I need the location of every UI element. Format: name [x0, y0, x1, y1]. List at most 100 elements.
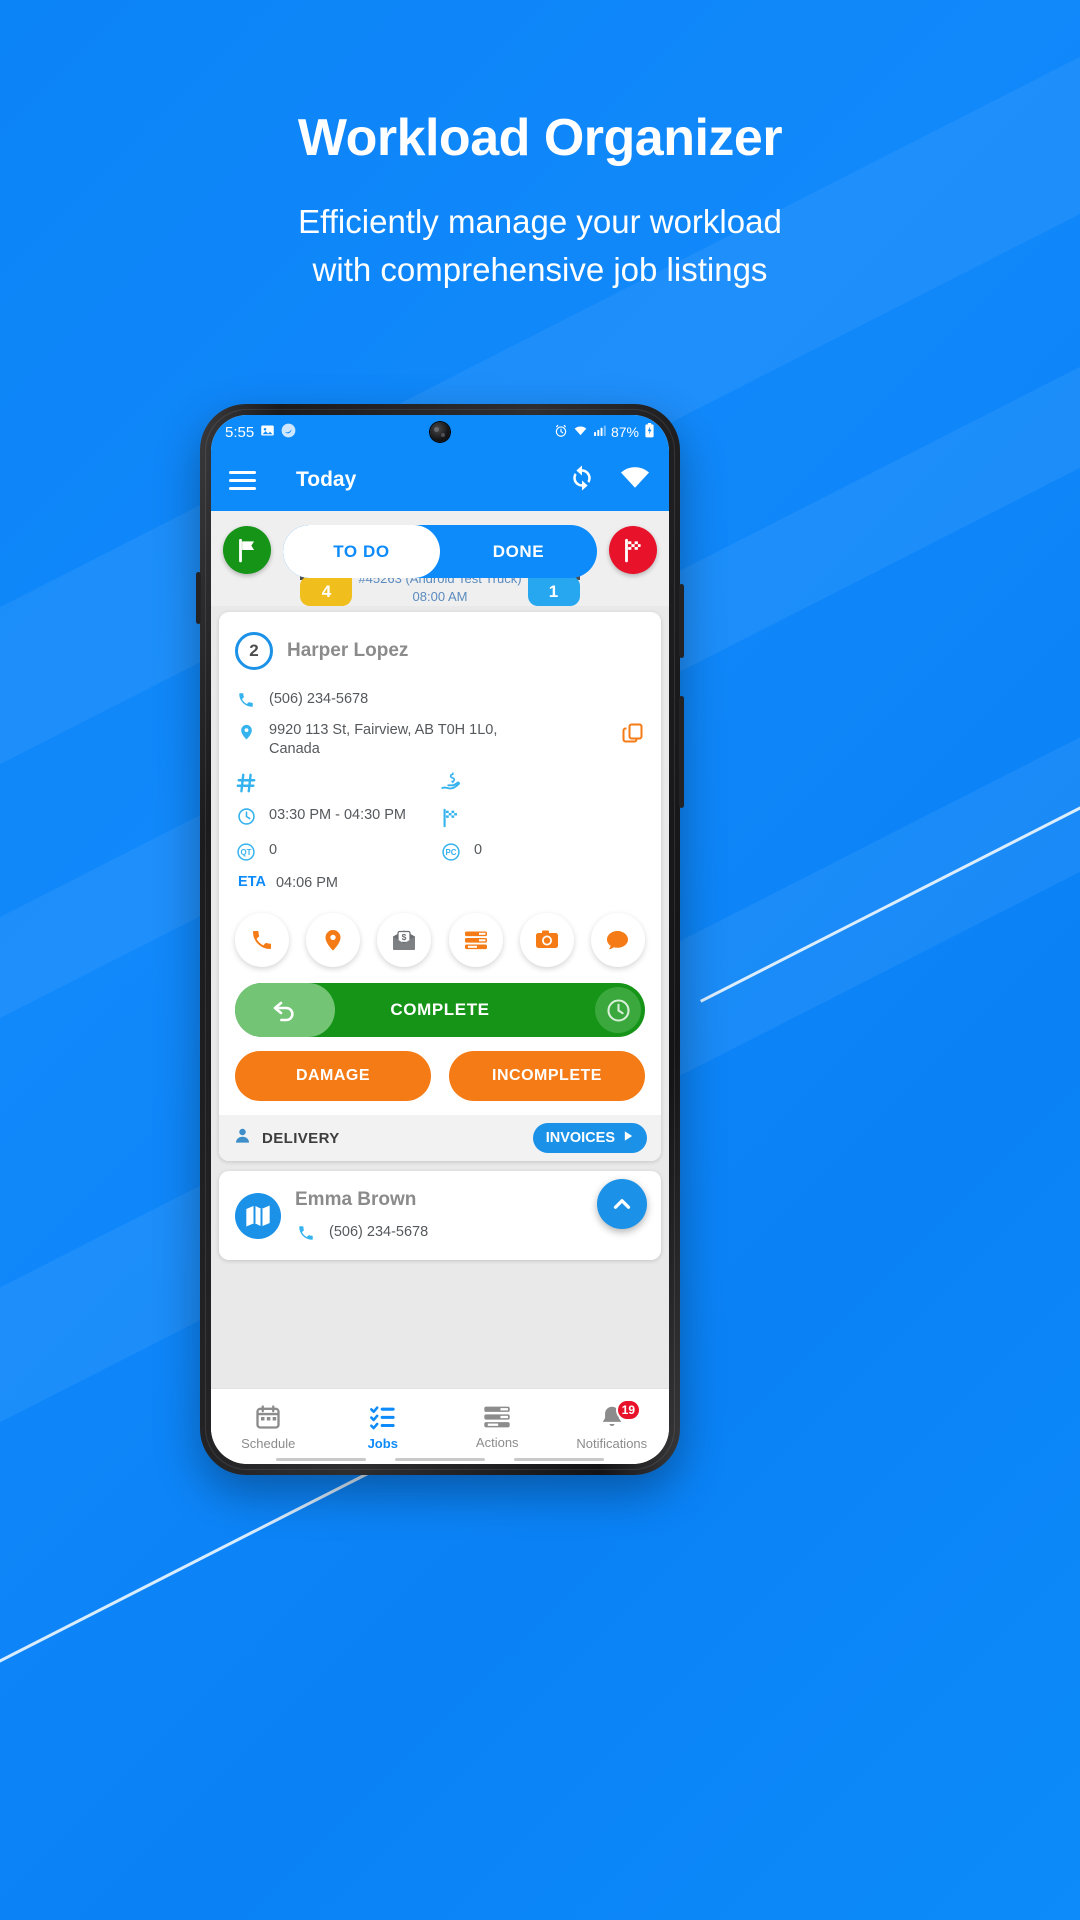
front-camera: [430, 422, 450, 442]
checkered-flag-icon: [440, 806, 462, 829]
navigate-action-button[interactable]: [306, 913, 361, 967]
cash-hand-icon: [440, 771, 462, 794]
phone-icon: [235, 690, 257, 709]
status-bar: 5:55 87%: [211, 415, 669, 449]
phone-row[interactable]: (506) 234-5678: [235, 684, 645, 715]
time-window-row: 03:30 PM - 04:30 PM: [235, 800, 440, 835]
incomplete-button[interactable]: INCOMPLETE: [449, 1051, 645, 1101]
play-triangle-icon: [623, 1130, 634, 1146]
complete-label: COMPLETE: [390, 1000, 490, 1019]
battery-charging-icon: [644, 423, 655, 441]
exception-buttons: DAMAGE INCOMPLETE: [235, 1051, 645, 1115]
job-action-bar: $: [235, 899, 645, 983]
customer-name: Emma Brown: [295, 1189, 417, 1210]
scroll-up-fab[interactable]: [597, 1179, 647, 1229]
battery-percent: 87%: [610, 424, 639, 440]
nav-label: Schedule: [241, 1435, 296, 1451]
wifi-icon: [573, 424, 588, 441]
nav-notifications[interactable]: 19 Notifications: [555, 1398, 670, 1451]
alarm-icon: [554, 424, 568, 441]
menu-icon[interactable]: [229, 470, 256, 490]
call-action-button[interactable]: [235, 913, 289, 967]
nav-jobs[interactable]: Jobs: [326, 1403, 441, 1451]
svg-text:$: $: [402, 932, 407, 942]
wifi-icon[interactable]: [619, 465, 651, 496]
svg-text:PC: PC: [446, 848, 457, 857]
pc-row: PC 0: [440, 835, 645, 868]
nav-actions[interactable]: Actions: [440, 1404, 555, 1450]
finish-flag-row: [440, 800, 645, 835]
tab-done[interactable]: DONE: [440, 525, 597, 578]
qt-pc-row: QT 0 PC 0: [235, 835, 645, 868]
qt-value: 0: [269, 842, 278, 858]
route-time: 08:00 AM: [412, 589, 468, 604]
details-action-button[interactable]: [448, 913, 503, 967]
nav-schedule[interactable]: Schedule: [211, 1403, 326, 1451]
app-bar-title: Today: [296, 468, 357, 491]
eta-label: ETA: [238, 874, 266, 890]
location-pin-icon: [235, 721, 257, 742]
page-subtitle: Efficiently manage your workload with co…: [0, 198, 1080, 294]
power-button: [679, 584, 684, 658]
gesture-bar: [211, 1458, 669, 1461]
invoices-label: INVOICES: [545, 1130, 615, 1146]
customer-name: Harper Lopez: [287, 640, 409, 661]
bottom-navigation: Schedule Jobs Actions 19 Notifications: [211, 1388, 669, 1464]
phone-number: (506) 234-5678: [269, 691, 369, 707]
notification-badge: 19: [615, 1398, 641, 1421]
phone-icon: [295, 1223, 317, 1242]
pc-badge-icon: PC: [440, 841, 462, 862]
eta-value: 04:06 PM: [275, 875, 339, 891]
time-finish-row: 03:30 PM - 04:30 PM: [235, 800, 645, 835]
damage-button[interactable]: DAMAGE: [235, 1051, 431, 1101]
ref-cod-row: [235, 765, 645, 800]
status-time: 5:55: [225, 423, 255, 441]
chat-action-button[interactable]: [590, 913, 645, 967]
page-title: Workload Organizer: [297, 109, 783, 167]
job-card-header: 2 Harper Lopez: [235, 626, 645, 684]
postpone-button[interactable]: [595, 987, 641, 1033]
volume-button: [196, 572, 201, 624]
jobs-list[interactable]: 2 Harper Lopez (506) 234-5678 9920 113 S…: [211, 606, 669, 1388]
job-status-tabs: TO DO DONE: [283, 525, 597, 578]
phone-mockup: 5:55 87% Today 4 #45263 (Android Test Tr…: [196, 404, 684, 1475]
undo-button[interactable]: [235, 983, 335, 1037]
tabs-zone: 4 #45263 (Android Test Truck) 08:00 AM 1…: [211, 511, 669, 606]
invoices-button[interactable]: INVOICES: [532, 1123, 647, 1153]
job-type-label: DELIVERY: [262, 1129, 340, 1147]
app-icon: [281, 423, 296, 442]
job-card-next[interactable]: Emma Brown (506) 234-5678: [219, 1171, 661, 1260]
cod-row: [440, 765, 645, 800]
signal-icon: [593, 424, 606, 440]
subtitle-line-1: Efficiently manage your workload: [298, 203, 782, 240]
pc-value: 0: [474, 842, 483, 858]
finish-flag-button[interactable]: [609, 526, 657, 574]
address-value: 9920 113 St, Fairview, AB T0H 1L0, Canad…: [269, 722, 498, 757]
phone-number: (506) 234-5678: [329, 1224, 429, 1240]
qt-row: QT 0: [235, 835, 440, 868]
eta-row: ETA 04:06 PM: [235, 868, 645, 899]
phone-row[interactable]: (506) 234-5678: [295, 1211, 428, 1242]
phone-screen: 5:55 87% Today 4 #45263 (Android Test Tr…: [211, 415, 669, 1464]
nav-label: Actions: [475, 1434, 519, 1450]
nav-label: Notifications: [576, 1435, 648, 1451]
start-flag-button[interactable]: [223, 526, 271, 574]
payment-action-button[interactable]: $: [377, 913, 432, 967]
app-bar: Today: [211, 449, 669, 511]
clock-icon: [235, 806, 257, 826]
address-row[interactable]: 9920 113 St, Fairview, AB T0H 1L0, Canad…: [235, 715, 645, 765]
subtitle-line-2: with comprehensive job listings: [312, 251, 768, 288]
camera-action-button[interactable]: [519, 913, 574, 967]
refresh-icon[interactable]: [567, 463, 597, 498]
map-icon: [235, 1192, 281, 1239]
reference-row: [235, 765, 440, 800]
job-card[interactable]: 2 Harper Lopez (506) 234-5678 9920 113 S…: [219, 612, 661, 1161]
copy-icon[interactable]: [621, 721, 645, 749]
volume-rocker: [679, 696, 684, 808]
complete-button[interactable]: COMPLETE: [235, 983, 645, 1037]
svg-text:QT: QT: [241, 848, 252, 857]
person-icon: [233, 1126, 252, 1150]
job-card-footer: DELIVERY INVOICES: [219, 1115, 661, 1161]
qt-badge-icon: QT: [235, 841, 257, 862]
tab-todo[interactable]: TO DO: [283, 525, 440, 578]
